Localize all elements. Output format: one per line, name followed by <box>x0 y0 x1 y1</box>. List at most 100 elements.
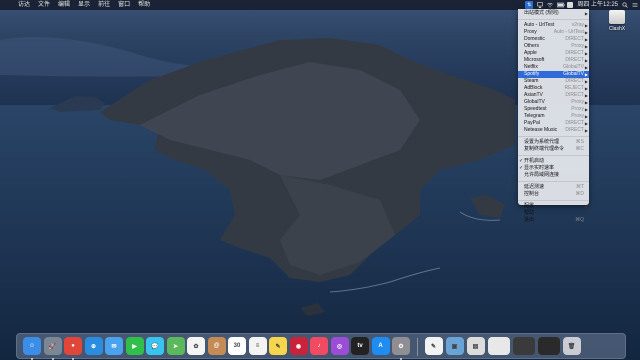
menu-view[interactable]: 显示 <box>74 0 94 10</box>
menu-item-adblock[interactable]: AdBlock REJECT ▶ <box>518 85 589 92</box>
menu-item-telegram[interactable]: Telegram Proxy ▶ <box>518 113 589 120</box>
menu-item-23[interactable]: ✓ 显示实时速率 <box>518 165 589 172</box>
photos-icon[interactable]: ✿ <box>187 337 205 355</box>
menu-file[interactable]: 文件 <box>34 0 54 10</box>
menu-item-29[interactable]: 配置 ▶ <box>518 203 589 210</box>
apple-tv-icon[interactable]: tv <box>351 337 369 355</box>
facetime-icon[interactable]: ▶ <box>125 337 144 355</box>
menu-item-24[interactable]: 允许局域网连接 <box>518 172 589 179</box>
menu-item-31[interactable]: 退出 ⌘Q <box>518 217 589 224</box>
wifi-icon[interactable] <box>547 2 554 8</box>
menu-item-steam[interactable]: Steam DIRECT ▶ <box>518 78 589 85</box>
contacts-icon[interactable]: @ <box>207 337 226 355</box>
menu-item-label: 显示实时速率 <box>524 165 555 171</box>
preview-icon[interactable]: ▣ <box>445 337 464 355</box>
messages-icon[interactable]: 💬 <box>146 337 164 355</box>
finder-icon[interactable]: ☺ <box>23 337 41 355</box>
menu-item-others[interactable]: Others Proxy ▶ <box>518 43 589 50</box>
clashx-status-icon[interactable]: ⇅ <box>525 1 534 9</box>
menu-item-value: Proxy <box>571 43 584 49</box>
submenu-arrow-icon: ▶ <box>584 23 588 28</box>
submenu-arrow-icon: ▶ <box>584 11 588 16</box>
app-store-icon[interactable]: A <box>371 337 390 355</box>
window-thumb-1[interactable] <box>487 337 510 355</box>
menu-item-netease-music[interactable]: Netease Music DIRECT ▶ <box>518 127 589 134</box>
trash-icon[interactable]: 🗑 <box>562 337 581 355</box>
menu-help[interactable]: 帮助 <box>134 0 154 10</box>
music-icon[interactable]: ♪ <box>310 337 328 355</box>
textedit-icon[interactable]: ✎ <box>424 337 443 355</box>
input-source-icon[interactable] <box>567 2 574 8</box>
menu-item-label: 退出 <box>524 217 535 223</box>
menu-item-label: 复制终端代理命令 <box>524 146 565 152</box>
menu-item-value: ⌘D <box>575 191 584 197</box>
reminders-icon[interactable]: ≡ <box>248 337 267 355</box>
menu-item-asiantv[interactable]: AsianTV DIRECT ▶ <box>518 92 589 99</box>
submenu-arrow-icon: ▶ <box>584 30 588 35</box>
menu-item-value: ⌘T <box>575 184 584 190</box>
menu-item-26[interactable]: 延迟测速 ⌘T <box>518 184 589 191</box>
system-preferences-icon[interactable]: ⚙ <box>392 337 410 355</box>
menu-item-value: DIRECT <box>565 78 584 84</box>
menu-item-paypal[interactable]: PayPal DIRECT ▶ <box>518 120 589 127</box>
menu-item-domestic[interactable]: Domestic DIRECT ▶ <box>518 36 589 43</box>
chrome-icon[interactable]: ● <box>64 337 82 355</box>
menu-item-label: Domestic <box>524 36 545 42</box>
download-stack-icon[interactable]: ▤ <box>466 337 485 355</box>
menu-item-label: AsianTV <box>524 92 543 98</box>
menu-item-value: Proxy <box>571 113 584 119</box>
dock-separator <box>416 338 418 356</box>
menu-item-value: Proxy <box>571 99 584 105</box>
menu-item-30[interactable]: 帮助 ▶ <box>518 210 589 217</box>
safari-icon[interactable]: ⊕ <box>84 337 103 355</box>
menu-item-value: DIRECT <box>565 120 584 126</box>
menu-item-apple[interactable]: Apple DIRECT ▶ <box>518 50 589 57</box>
submenu-arrow-icon: ▶ <box>584 72 588 77</box>
calendar-icon[interactable]: 30 <box>228 337 246 355</box>
menu-item-label: 配置 <box>524 203 535 209</box>
menu-finder[interactable]: 访达 <box>14 0 34 10</box>
notes-icon[interactable]: ✎ <box>269 337 287 355</box>
submenu-arrow-icon: ▶ <box>584 100 588 105</box>
airplay-icon[interactable] <box>537 2 544 8</box>
checkmark-icon: ✓ <box>519 158 524 164</box>
menu-item-value: ⌘C <box>575 146 584 152</box>
window-thumb-2[interactable] <box>512 337 535 355</box>
menu-separator <box>518 19 589 20</box>
menu-item-value: ⌘S <box>575 139 584 145</box>
podcasts-icon[interactable]: ◎ <box>330 337 349 355</box>
menu-item-speedtest[interactable]: Speedtest Proxy ▶ <box>518 106 589 113</box>
checkmark-icon: ✓ <box>519 165 524 171</box>
menu-item-19[interactable]: 设置为系统代理 ⌘S <box>518 139 589 146</box>
menu-item-proxy[interactable]: Proxy Auto - UrlTest ▶ <box>518 29 589 36</box>
menu-go[interactable]: 前往 <box>94 0 114 10</box>
menu-item-label: Netease Music <box>524 127 558 133</box>
maps-icon[interactable]: ➤ <box>166 337 185 355</box>
menu-item-label: Others <box>524 43 540 49</box>
menu-item-globaltv[interactable]: GlobalTV Proxy ▶ <box>518 99 589 106</box>
menu-item-label: GlobalTV <box>524 99 545 105</box>
menu-item-20[interactable]: 复制终端代理命令 ⌘C <box>518 146 589 153</box>
spotlight-icon[interactable] <box>622 2 628 8</box>
menu-edit[interactable]: 编辑 <box>54 0 74 10</box>
photo-booth-icon[interactable]: ◉ <box>289 337 308 355</box>
menu-item-value: GlobalTV <box>563 64 584 70</box>
menu-item-0[interactable]: 出站模式 (规则) ▶ <box>518 10 589 17</box>
menu-window[interactable]: 窗口 <box>114 0 134 10</box>
desktop-drive-icon[interactable]: ClashX <box>605 10 629 32</box>
control-center-icon[interactable] <box>632 2 638 8</box>
window-thumb-3[interactable] <box>537 337 560 355</box>
menu-item-netflix[interactable]: Netflix GlobalTV ▶ <box>518 64 589 71</box>
dock: ☺ 🚀 ● ⊕ ✉ ▶ 💬 ➤ ✿ @30 ≡ ✎ ◉ ♪ ◎ tv A ⚙ ✎ ▣ ▤ 🗑 <box>16 333 626 360</box>
submenu-arrow-icon: ▶ <box>584 93 588 98</box>
battery-icon[interactable] <box>557 2 566 8</box>
menu-item-spotify[interactable]: Spotify GlobalTV ▶ <box>518 71 589 78</box>
menu-item-auto-urltest[interactable]: Auto - UrlTest v2ray ▶ <box>518 22 589 29</box>
menu-item-microsoft[interactable]: Microsoft DIRECT ▶ <box>518 57 589 64</box>
launchpad-icon[interactable]: 🚀 <box>43 337 62 355</box>
menu-item-27[interactable]: 控制台 ⌘D <box>518 191 589 198</box>
menu-item-label: Microsoft <box>524 57 545 63</box>
menu-item-label: Spotify <box>524 71 540 77</box>
menu-item-22[interactable]: ✓ 开机启动 <box>518 158 589 165</box>
mail-icon[interactable]: ✉ <box>105 337 123 355</box>
